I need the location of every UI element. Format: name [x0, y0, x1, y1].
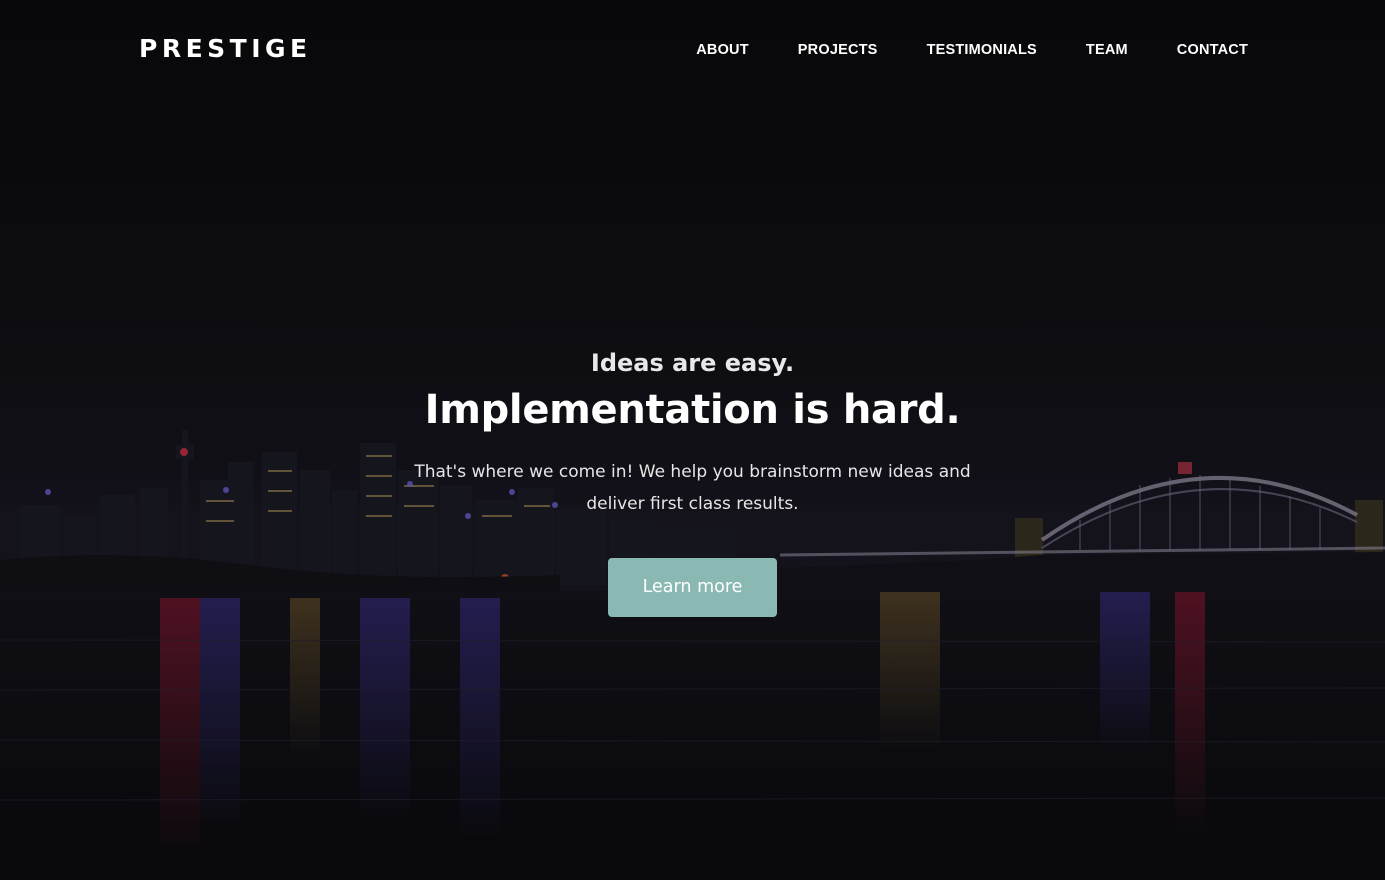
hero-subtitle: That's where we come in! We help you bra…: [414, 462, 971, 514]
hero-headline: Implementation is hard.: [424, 387, 961, 433]
nav-link-contact[interactable]: CONTACT: [1177, 39, 1248, 61]
main-navbar: PRESTIGE ABOUT PROJECTS TESTIMONIALS TEA…: [0, 0, 1385, 100]
landing-page: PRESTIGE ABOUT PROJECTS TESTIMONIALS TEA…: [0, 0, 1385, 880]
nav-link-about[interactable]: ABOUT: [696, 39, 749, 61]
brand-logo[interactable]: PRESTIGE: [139, 33, 312, 65]
hero-tagline: Ideas are easy.: [590, 349, 795, 377]
nav-link-team[interactable]: TEAM: [1086, 39, 1128, 61]
nav-links: ABOUT PROJECTS TESTIMONIALS TEAM CONTACT: [647, 39, 1248, 61]
hero-section: Ideas are easy. Implementation is hard. …: [0, 342, 1385, 617]
learn-more-button[interactable]: Learn more: [608, 558, 777, 617]
nav-link-testimonials[interactable]: TESTIMONIALS: [927, 39, 1037, 61]
nav-link-projects[interactable]: PROJECTS: [798, 39, 878, 61]
